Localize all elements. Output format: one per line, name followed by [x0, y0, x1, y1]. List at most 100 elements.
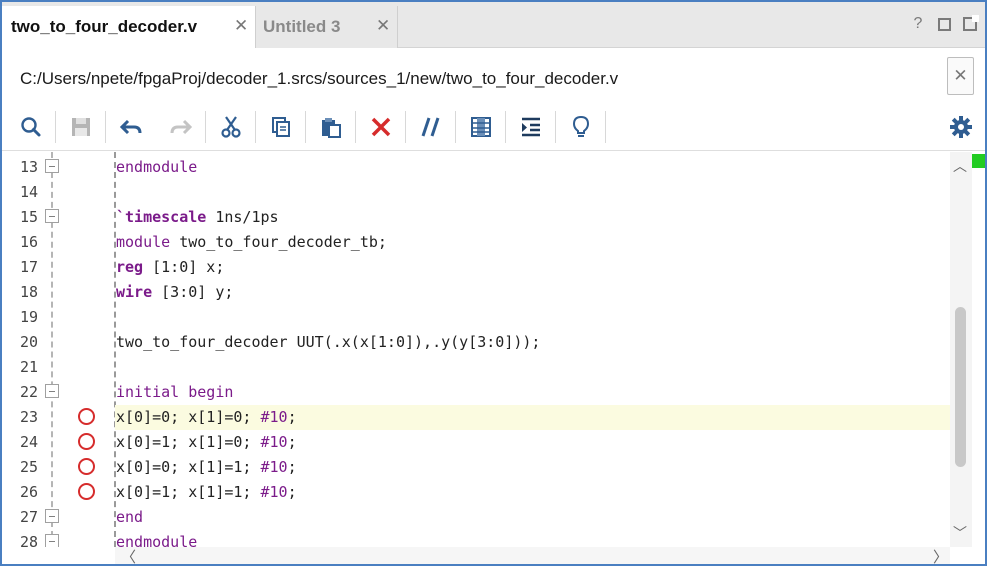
- fold-toggle-icon[interactable]: [45, 209, 59, 223]
- code-text: reg [1:0] x;: [116, 258, 224, 276]
- breakpoint-icon[interactable]: [78, 408, 95, 425]
- line-number: 17: [19, 258, 38, 276]
- line-number: 18: [19, 283, 38, 301]
- code-text: x[0]=1; x[1]=0; #10;: [116, 433, 297, 451]
- scroll-up-icon[interactable]: ︿: [953, 156, 967, 176]
- tab-label: two_to_four_decoder.v: [11, 17, 198, 36]
- code-token: [3:0] y;: [152, 283, 234, 301]
- scroll-left-icon[interactable]: 〈: [121, 546, 136, 564]
- code-line[interactable]: 20 two_to_four_decoder UUT(.x(x[1:0]),.y(…: [2, 330, 950, 355]
- horizontal-scrollbar[interactable]: 〈 〉: [115, 547, 950, 564]
- code-text: x[0]=0; x[1]=1; #10;: [116, 458, 297, 476]
- window-controls: ?: [910, 15, 979, 32]
- editor-toolbar: [2, 103, 985, 151]
- copy-icon[interactable]: [267, 113, 295, 141]
- line-number: 27: [19, 508, 38, 526]
- code-line[interactable]: 25 x[0]=0; x[1]=1; #10;: [2, 455, 950, 480]
- breakpoint-icon[interactable]: [78, 433, 95, 450]
- paste-icon[interactable]: [317, 113, 345, 141]
- line-number: 25: [19, 458, 38, 476]
- code-line[interactable]: 28 endmodule: [2, 530, 950, 547]
- code-token: 1ns/1ps: [206, 208, 279, 226]
- breakpoint-icon[interactable]: [78, 458, 95, 475]
- code-line[interactable]: 24 x[0]=1; x[1]=0; #10;: [2, 430, 950, 455]
- tab-untitled-3[interactable]: Untitled 3 ✕: [256, 6, 398, 48]
- code-token: initial begin: [116, 383, 234, 401]
- code-token: x[0]=1; x[1]=0;: [116, 433, 252, 451]
- tab-two-to-four-decoder[interactable]: two_to_four_decoder.v ✕: [2, 6, 256, 48]
- help-icon[interactable]: ?: [910, 16, 926, 32]
- close-icon[interactable]: ✕: [234, 16, 248, 36]
- code-line[interactable]: 14: [2, 180, 950, 205]
- line-number: 26: [19, 483, 38, 501]
- line-number: 19: [19, 308, 38, 326]
- code-token: ;: [287, 483, 297, 501]
- indent-icon[interactable]: [517, 113, 545, 141]
- code-line[interactable]: 23 x[0]=0; x[1]=0; #10;: [2, 405, 950, 430]
- cut-icon[interactable]: [217, 113, 245, 141]
- code-text: initial begin: [116, 383, 233, 401]
- fold-toggle-icon[interactable]: [45, 159, 59, 173]
- code-text: endmodule: [116, 158, 197, 176]
- code-line[interactable]: 21: [2, 355, 950, 380]
- code-line[interactable]: 18 wire [3:0] y;: [2, 280, 950, 305]
- lightbulb-icon[interactable]: [567, 113, 595, 141]
- code-line[interactable]: 16 module two_to_four_decoder_tb;: [2, 230, 950, 255]
- scroll-thumb[interactable]: [955, 307, 966, 467]
- code-text: x[0]=0; x[1]=0; #10;: [116, 408, 297, 426]
- gear-icon[interactable]: [947, 113, 975, 141]
- line-number: 15: [19, 208, 38, 226]
- vertical-scrollbar[interactable]: ︿ ﹀: [950, 152, 972, 547]
- code-token: #10: [251, 483, 288, 501]
- code-token: #10: [251, 458, 288, 476]
- code-token: ;: [287, 458, 297, 476]
- close-file-button[interactable]: ✕: [947, 57, 974, 95]
- code-token: two_to_four_decoder UUT(.x(x[1:0]),.y(y[…: [116, 333, 541, 351]
- line-number: 14: [19, 183, 38, 201]
- breakpoint-icon[interactable]: [78, 483, 95, 500]
- maximize-icon[interactable]: [938, 18, 951, 31]
- line-number: 21: [19, 358, 38, 376]
- code-line[interactable]: 13 endmodule: [2, 155, 950, 180]
- line-number: 23: [19, 408, 38, 426]
- code-text: x[0]=1; x[1]=1; #10;: [116, 483, 297, 501]
- search-icon[interactable]: [17, 113, 45, 141]
- float-window-icon[interactable]: [963, 15, 979, 31]
- code-line[interactable]: 19: [2, 305, 950, 330]
- code-line[interactable]: 17 reg [1:0] x;: [2, 255, 950, 280]
- code-token: reg: [116, 258, 144, 276]
- code-token: ;: [287, 433, 297, 451]
- scroll-right-icon[interactable]: 〉: [933, 546, 948, 564]
- code-token: end: [116, 508, 144, 526]
- code-line[interactable]: 22 initial begin: [2, 380, 950, 405]
- column-icon[interactable]: [467, 113, 495, 141]
- redo-icon[interactable]: [167, 113, 195, 141]
- line-number: 20: [19, 333, 38, 351]
- code-token: x[0]=0; x[1]=0;: [116, 408, 252, 426]
- code-token: wire: [116, 283, 153, 301]
- code-line[interactable]: 15 `timescale 1ns/1ps: [2, 205, 950, 230]
- code-text: end: [116, 508, 143, 526]
- fold-toggle-icon[interactable]: [45, 534, 59, 547]
- code-editor[interactable]: 13 endmodule 14 15 `timescale 1ns/1ps 16 modul…: [2, 152, 950, 547]
- fold-toggle-icon[interactable]: [45, 509, 59, 523]
- editor-window: two_to_four_decoder.v ✕ Untitled 3 ✕ ? C…: [0, 0, 987, 566]
- line-number: 24: [19, 433, 38, 451]
- save-icon[interactable]: [67, 113, 95, 141]
- code-token: endmodule: [116, 533, 198, 547]
- line-number: 16: [19, 233, 38, 251]
- tab-label: Untitled 3: [263, 17, 341, 36]
- scroll-down-icon[interactable]: ﹀: [953, 523, 967, 543]
- delete-icon[interactable]: [367, 113, 395, 141]
- close-icon[interactable]: ✕: [376, 16, 390, 36]
- code-line[interactable]: 27 end: [2, 505, 950, 530]
- code-line[interactable]: 26 x[0]=1; x[1]=1; #10;: [2, 480, 950, 505]
- comment-icon[interactable]: [417, 113, 445, 141]
- code-token: module: [116, 233, 171, 251]
- overview-ruler[interactable]: [972, 152, 985, 547]
- file-path: C:/Users/npete/fpgaProj/decoder_1.srcs/s…: [20, 69, 619, 88]
- code-token: x[0]=0; x[1]=1;: [116, 458, 252, 476]
- tab-bar: two_to_four_decoder.v ✕ Untitled 3 ✕ ?: [2, 2, 985, 48]
- fold-toggle-icon[interactable]: [45, 384, 59, 398]
- undo-icon[interactable]: [117, 113, 145, 141]
